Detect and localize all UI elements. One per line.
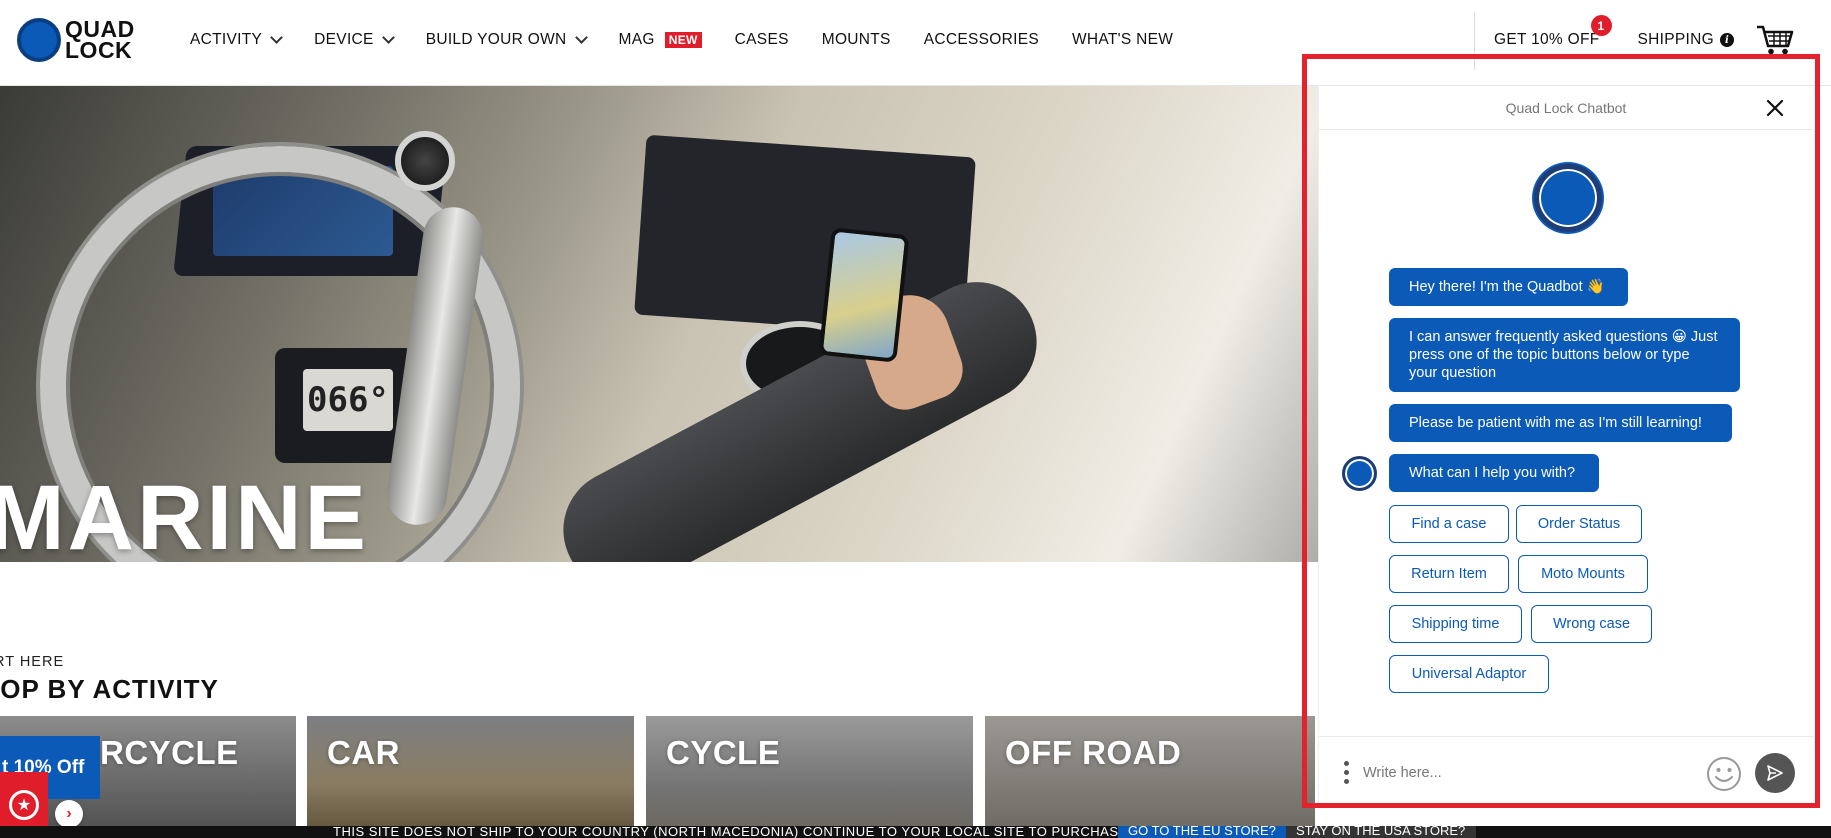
chevron-down-icon bbox=[270, 31, 284, 44]
notification-count-badge: 1 bbox=[1590, 15, 1612, 36]
quick-reply-order-status[interactable]: Order Status bbox=[1516, 505, 1642, 543]
more-options-icon[interactable] bbox=[1344, 761, 1350, 785]
bot-message: What can I help you with? bbox=[1389, 454, 1599, 492]
section-eyebrow: RT HERE bbox=[0, 654, 65, 670]
activity-tile-label: CAR bbox=[327, 734, 400, 771]
header-divider bbox=[1474, 12, 1475, 70]
site-header: QUAD LOCK ACTIVITY DEVICE BUILD YOUR OWN… bbox=[0, 0, 1831, 86]
quadbot-avatar-large bbox=[1534, 164, 1602, 232]
chatbot-panel: Quad Lock Chatbot Hey there! I'm the Qua… bbox=[1318, 86, 1814, 808]
cart-icon[interactable] bbox=[1756, 24, 1794, 56]
emoji-icon[interactable] bbox=[1706, 756, 1742, 792]
chat-message-input[interactable] bbox=[1363, 757, 1683, 789]
chatbot-title: Quad Lock Chatbot bbox=[1505, 99, 1627, 116]
quick-reply-return-item[interactable]: Return Item bbox=[1389, 555, 1509, 593]
nav-item-accessories[interactable]: ACCESSORIES bbox=[924, 31, 1039, 49]
quadbot-avatar-small bbox=[1342, 456, 1377, 491]
nav-item-mounts[interactable]: MOUNTS bbox=[822, 31, 891, 49]
nav-item-cases[interactable]: CASES bbox=[735, 31, 789, 49]
hero-title: MARINE bbox=[0, 467, 369, 562]
nav-item-mag[interactable]: MAG NEW bbox=[619, 31, 702, 49]
bot-message: Please be patient with me as I'm still l… bbox=[1389, 404, 1732, 442]
activity-tile-car[interactable]: CAR bbox=[307, 716, 634, 838]
nav-item-activity[interactable]: ACTIVITY bbox=[190, 31, 284, 49]
stay-on-usa-store-button[interactable]: STAY ON THE USA STORE? bbox=[1286, 826, 1476, 838]
activity-tile-label: RCYCLE bbox=[100, 734, 239, 771]
close-icon[interactable] bbox=[1765, 98, 1785, 118]
send-button[interactable] bbox=[1755, 753, 1795, 793]
send-icon bbox=[1767, 765, 1783, 781]
activity-tile-label: CYCLE bbox=[666, 734, 781, 771]
quick-reply-shipping-time[interactable]: Shipping time bbox=[1389, 605, 1522, 643]
shipping-link[interactable]: SHIPPING i bbox=[1638, 31, 1734, 49]
quick-reply-find-a-case[interactable]: Find a case bbox=[1389, 505, 1509, 543]
star-icon: ★ bbox=[9, 790, 39, 820]
activity-tile-cycle[interactable]: CYCLE bbox=[646, 716, 973, 838]
utility-nav: GET 10% OFF 1 SHIPPING i bbox=[1494, 0, 1772, 80]
hero-wheel-hub bbox=[395, 131, 455, 191]
activity-tile-label: OFF ROAD bbox=[1005, 734, 1182, 771]
go-to-eu-store-button[interactable]: GO TO THE EU STORE? bbox=[1118, 826, 1286, 838]
main-nav: ACTIVITY DEVICE BUILD YOUR OWN MAG NEW C… bbox=[190, 0, 1206, 80]
quick-reply-wrong-case[interactable]: Wrong case bbox=[1531, 605, 1652, 643]
section-title: IOP BY ACTIVITY bbox=[0, 674, 219, 704]
logo-mark-icon bbox=[17, 18, 61, 62]
geo-redirect-bar: THIS SITE DOES NOT SHIP TO YOUR COUNTRY … bbox=[0, 826, 1831, 838]
chat-composer bbox=[1319, 736, 1814, 808]
nav-item-whats-new[interactable]: WHAT'S NEW bbox=[1072, 31, 1173, 49]
nav-item-device[interactable]: DEVICE bbox=[314, 31, 395, 49]
get-10-off-link[interactable]: GET 10% OFF 1 bbox=[1494, 15, 1612, 49]
geo-redirect-message: THIS SITE DOES NOT SHIP TO YOUR COUNTRY … bbox=[333, 826, 1136, 838]
bot-message: I can answer frequently asked questions … bbox=[1389, 318, 1740, 392]
activity-tile-off-road[interactable]: OFF ROAD bbox=[985, 716, 1315, 838]
new-badge: NEW bbox=[664, 32, 702, 48]
quick-reply-moto-mounts[interactable]: Moto Mounts bbox=[1518, 555, 1648, 593]
quad-lock-logo[interactable]: QUAD LOCK bbox=[17, 16, 135, 64]
bot-message: Hey there! I'm the Quadbot 👋 bbox=[1389, 268, 1628, 306]
hero-banner[interactable]: 066° MARINE bbox=[0, 86, 1330, 562]
chevron-down-icon bbox=[574, 31, 588, 44]
logo-wordmark: QUAD LOCK bbox=[65, 16, 135, 63]
chatbot-header: Quad Lock Chatbot bbox=[1319, 86, 1813, 130]
info-icon: i bbox=[1720, 33, 1734, 47]
hero-phone bbox=[818, 227, 910, 363]
quick-reply-universal-adaptor[interactable]: Universal Adaptor bbox=[1389, 655, 1549, 693]
chevron-down-icon bbox=[381, 31, 395, 44]
nav-item-build-your-own[interactable]: BUILD YOUR OWN bbox=[426, 31, 588, 49]
chevron-right-icon[interactable]: › bbox=[55, 800, 83, 828]
